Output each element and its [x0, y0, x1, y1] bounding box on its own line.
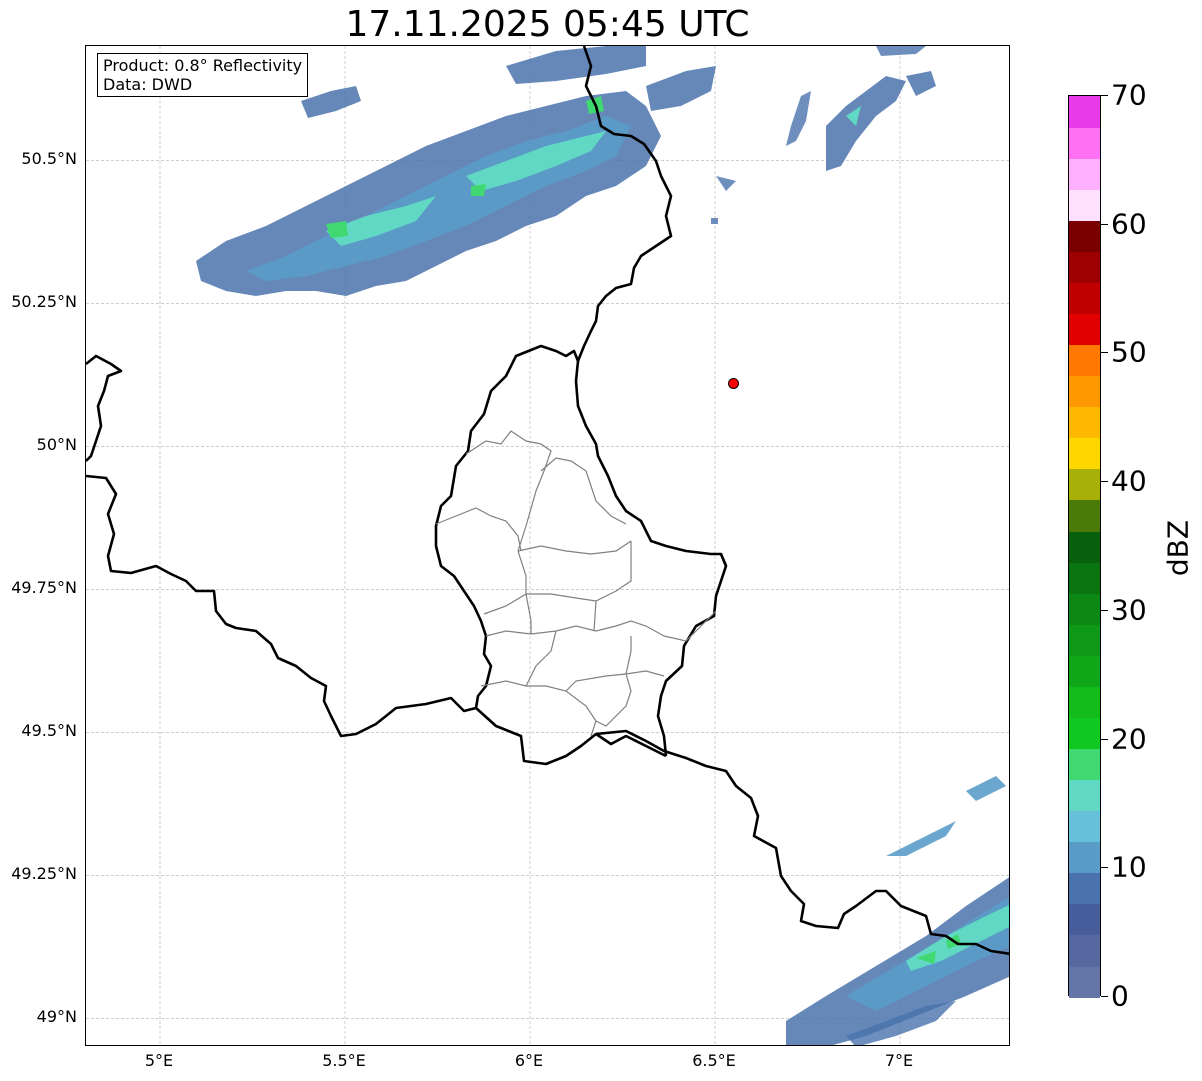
lat-tick-label: 50°N — [36, 435, 77, 455]
colorbar-segment — [1069, 437, 1100, 470]
lat-tick-label: 49.5°N — [21, 721, 77, 741]
colorbar-segment — [1069, 655, 1100, 687]
colorbar-tick — [1101, 481, 1108, 483]
lat-tick-label: 49.25°N — [11, 864, 77, 884]
colorbar-tick-label: 50 — [1111, 335, 1147, 369]
dbz-colorbar — [1068, 95, 1101, 998]
lat-tick-label: 50.5°N — [21, 149, 77, 169]
district-boundaries — [435, 430, 717, 737]
radar-site-marker — [728, 377, 739, 389]
colorbar-unit-label: dBZ — [1161, 519, 1195, 577]
colorbar-segment — [1069, 282, 1100, 315]
colorbar-segment — [1069, 406, 1100, 439]
lon-tick-label: 5.5°E — [322, 1051, 366, 1070]
lat-tick-label: 49°N — [36, 1007, 77, 1027]
colorbar-segment — [1069, 562, 1100, 594]
colorbar-segment — [1069, 903, 1100, 936]
colorbar-tick — [1101, 738, 1108, 740]
colorbar-segment — [1069, 841, 1100, 874]
colorbar-tick — [1101, 352, 1108, 354]
colorbar-segment — [1069, 872, 1100, 905]
product-label: Product: 0.8° Reflectivity — [103, 56, 303, 75]
colorbar-segment — [1069, 965, 1100, 998]
colorbar-segment — [1069, 313, 1100, 346]
lon-tick-label: 6.5°E — [692, 1051, 736, 1070]
colorbar-segment — [1069, 251, 1100, 283]
precipitation-echo-southeast — [786, 776, 1009, 1045]
colorbar-segment — [1069, 686, 1100, 718]
colorbar-tick-label: 70 — [1111, 78, 1147, 112]
colorbar-segment — [1069, 779, 1100, 812]
colorbar-segment — [1069, 189, 1100, 221]
colorbar-segment — [1069, 96, 1100, 128]
colorbar-tick — [1101, 609, 1108, 611]
colorbar-tick-label: 20 — [1111, 722, 1147, 756]
map-panel[interactable] — [85, 45, 1010, 1046]
lon-tick-label: 6°E — [514, 1051, 544, 1070]
colorbar-tick — [1101, 223, 1108, 225]
colorbar-segment — [1069, 375, 1100, 408]
colorbar-tick-label: 40 — [1111, 464, 1147, 498]
data-source-label: Data: DWD — [103, 75, 193, 94]
colorbar-segment — [1069, 158, 1100, 190]
lat-tick-label: 50.25°N — [11, 292, 77, 312]
lat-tick-label: 49.75°N — [11, 578, 77, 598]
colorbar-segment — [1069, 810, 1100, 843]
colorbar-segment — [1069, 220, 1100, 252]
colorbar-segment — [1069, 468, 1100, 501]
colorbar-segment — [1069, 934, 1100, 967]
colorbar-segment — [1069, 530, 1100, 563]
product-info-box: Product: 0.8° Reflectivity Data: DWD — [97, 53, 309, 97]
colorbar-segment — [1069, 593, 1100, 625]
map-canvas — [86, 46, 1009, 1045]
colorbar-tick — [1101, 867, 1108, 869]
lon-tick-label: 5°E — [144, 1051, 174, 1070]
colorbar-tick-label: 10 — [1111, 850, 1147, 884]
colorbar-segment — [1069, 748, 1100, 781]
map-title: 17.11.2025 05:45 UTC — [345, 4, 750, 45]
colorbar-segment — [1069, 344, 1100, 377]
colorbar-tick-label: 0 — [1111, 979, 1129, 1013]
lon-tick-label: 7°E — [884, 1051, 914, 1070]
colorbar-tick-label: 60 — [1111, 207, 1147, 241]
colorbar-tick — [1101, 996, 1108, 997]
colorbar-segment — [1069, 499, 1100, 532]
colorbar-segment — [1069, 624, 1100, 656]
colorbar-segment — [1069, 127, 1100, 159]
colorbar-tick — [1101, 95, 1108, 96]
colorbar-segment — [1069, 717, 1100, 750]
colorbar-tick-label: 30 — [1111, 593, 1147, 627]
